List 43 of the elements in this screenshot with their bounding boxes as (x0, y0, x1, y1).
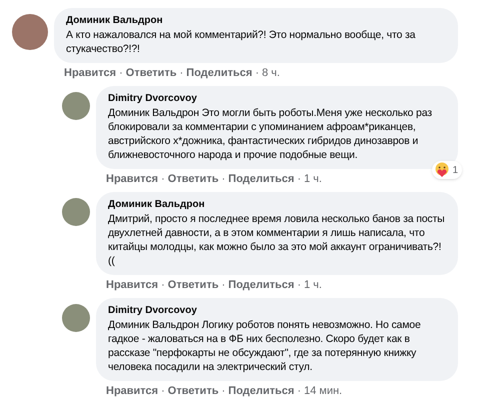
comment-action-link[interactable]: Поделиться (228, 385, 294, 398)
separator-dot: · (119, 67, 123, 80)
comment-action-link[interactable]: Ответить (168, 385, 219, 398)
comment-action-link[interactable]: Нравится (106, 385, 158, 398)
avatar[interactable] (62, 304, 90, 332)
comment-author[interactable]: Dimitry Dvorcovoy (108, 304, 446, 318)
comment-action-link[interactable]: Нравится (106, 279, 158, 292)
separator-dot: · (297, 385, 301, 398)
comment-action-link[interactable]: Ответить (126, 67, 177, 80)
comment-time[interactable]: 8 ч. (262, 67, 280, 80)
comment-time[interactable]: 1 ч. (304, 279, 322, 292)
comment-text: Дмитрий, просто я последнее время ловила несколько банов за посты двухлетней давности, а в этом комментарии я лишь написала, что китайцы молодцы, как можно было за это мой аккаунт ограничивать?!(( (108, 212, 446, 268)
comment-text: Доминик Вальдрон Это могли быть роботы.Меня уже несколько раз блокировали за комментарии с упоминанием афроам*риканцев, австрийского х*дожника, фантастических гибридов динозавров и ближневосточного народа и прочие подобные вещи. (108, 106, 433, 162)
comment-time[interactable]: 14 мин. (304, 385, 342, 398)
separator-dot: · (222, 173, 226, 186)
separator-dot: · (222, 385, 226, 398)
separator-dot: · (161, 173, 165, 186)
reaction-badge[interactable]: 1 (432, 161, 462, 179)
avatar[interactable] (12, 14, 48, 50)
comment-author[interactable]: Доминик Вальдрон (66, 14, 446, 28)
separator-dot: · (161, 279, 165, 292)
separator-dot: · (297, 279, 301, 292)
separator-dot: · (255, 67, 259, 80)
avatar[interactable] (62, 92, 90, 120)
separator-dot: · (222, 279, 226, 292)
comment-action-link[interactable]: Нравится (106, 173, 158, 186)
comment-action-link[interactable]: Поделиться (228, 173, 294, 186)
comment-action-link[interactable]: Поделиться (186, 67, 252, 80)
separator-dot: · (161, 385, 165, 398)
comment-action-link[interactable]: Ответить (168, 173, 219, 186)
comment-time[interactable]: 1 ч. (304, 173, 322, 186)
comment-action-link[interactable]: Ответить (168, 279, 219, 292)
comment-author[interactable]: Dimitry Dvorcovoy (108, 92, 446, 106)
comment-text: А кто нажаловался на мой комментарий?! Это нормально вообще, что за стукачество?!?! (66, 28, 416, 56)
separator-dot: · (180, 67, 184, 80)
comment-author[interactable]: Доминик Вальдрон (108, 198, 446, 212)
comment-text: Доминик Вальдрон Логику роботов понять невозможно. Но самое гадкое - жаловаться на в ФБ них бесполезно. Скоро будет как в рассказе "перфокарты не обсуждают", где за потерянную книжку человека посадили на электрический стул. (108, 318, 422, 374)
reaction-count: 1 (452, 164, 459, 178)
comment-action-link[interactable]: Нравится (64, 67, 116, 80)
separator-dot: · (297, 173, 301, 186)
comment-action-link[interactable]: Поделиться (228, 279, 294, 292)
hugging-face-emoji-icon (434, 162, 450, 178)
avatar[interactable] (62, 198, 90, 226)
